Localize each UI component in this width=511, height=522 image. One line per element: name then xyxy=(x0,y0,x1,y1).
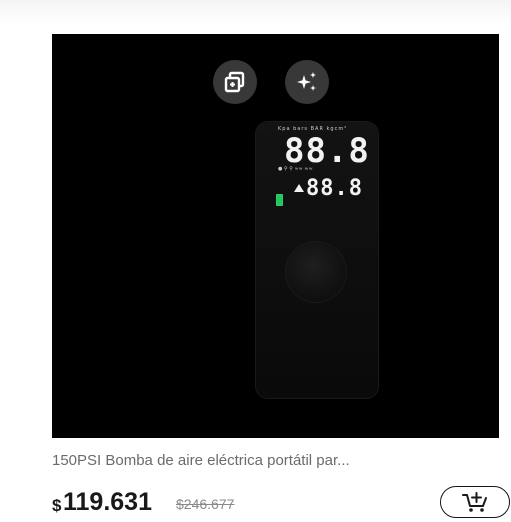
product-card[interactable]: Kpa bars BAR kgcm² 88.8 ● ⚲ ⚲ ≈≈ ≈≈ 88.8… xyxy=(36,24,511,522)
top-shadow xyxy=(0,0,511,24)
currency-symbol: $ xyxy=(52,496,62,515)
ai-search-button[interactable] xyxy=(285,60,329,104)
add-to-cart-icon xyxy=(462,492,487,512)
add-to-cart-button[interactable] xyxy=(440,486,510,518)
similar-items-button[interactable] xyxy=(213,60,257,104)
price-row: $ 119.631 $246.677 xyxy=(52,484,510,518)
original-price: $246.677 xyxy=(176,496,235,512)
sale-price: 119.631 xyxy=(63,488,152,516)
mode-icons: ● ⚲ ⚲ ≈≈ ≈≈ xyxy=(278,166,313,172)
ai-sparkle-icon xyxy=(297,72,316,91)
target-pressure-readout: 88.8 xyxy=(306,176,363,201)
air-pump-device: Kpa bars BAR kgcm² 88.8 ● ⚲ ⚲ ≈≈ ≈≈ 88.8 xyxy=(256,122,378,398)
target-arrow-icon xyxy=(294,184,304,192)
device-screen: Kpa bars BAR kgcm² 88.8 ● ⚲ ⚲ ≈≈ ≈≈ 88.8 xyxy=(256,122,378,222)
similar-items-icon xyxy=(224,71,245,93)
power-button-graphic xyxy=(286,242,346,302)
main-pressure-readout: 88.8 xyxy=(284,131,370,171)
battery-icon xyxy=(276,194,283,206)
product-title[interactable]: 150PSI Bomba de aire eléctrica portátil … xyxy=(52,452,499,469)
product-image[interactable]: Kpa bars BAR kgcm² 88.8 ● ⚲ ⚲ ≈≈ ≈≈ 88.8 xyxy=(52,34,499,438)
